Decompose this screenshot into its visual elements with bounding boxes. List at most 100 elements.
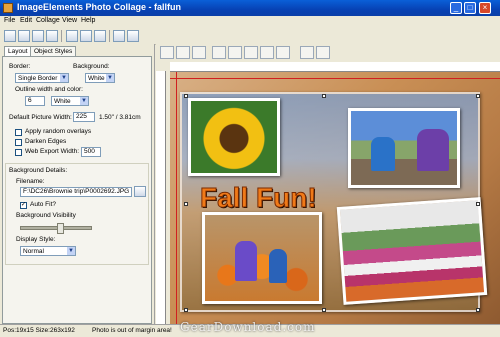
outline-color-select[interactable]: White ▼ bbox=[51, 96, 89, 106]
add-photo-icon[interactable] bbox=[66, 30, 78, 42]
visibility-slider[interactable] bbox=[20, 223, 92, 234]
border-select-value: Single Border bbox=[18, 75, 58, 82]
selection-handle[interactable] bbox=[322, 94, 326, 98]
layout-tab-body: Border: Background: Single Border ▼ White… bbox=[2, 56, 152, 324]
align-center-icon[interactable] bbox=[176, 46, 190, 59]
new-icon[interactable] bbox=[4, 30, 16, 42]
sunflower-photo[interactable] bbox=[188, 98, 280, 176]
send-backward-icon[interactable] bbox=[316, 46, 330, 59]
horizontal-ruler bbox=[170, 62, 500, 72]
visibility-label: Background Visibility bbox=[16, 212, 76, 219]
border-label: Border: bbox=[9, 63, 31, 70]
outline-color-value: White bbox=[54, 98, 71, 105]
background-label: Background: bbox=[73, 63, 110, 70]
settings-icon[interactable] bbox=[127, 30, 139, 42]
menu-view[interactable]: View bbox=[62, 17, 77, 24]
darken-edges-label: Darken Edges bbox=[25, 138, 67, 145]
default-width-label: Default Picture Width: bbox=[9, 114, 72, 121]
background-details-group: Background Details: Filename: F:\DC26\Br… bbox=[5, 163, 149, 265]
web-export-checkbox[interactable] bbox=[15, 149, 22, 156]
menu-file[interactable]: File bbox=[4, 17, 15, 24]
toolbar-separator bbox=[109, 30, 111, 42]
default-width-value: 225 bbox=[76, 113, 87, 120]
visibility-slider-thumb[interactable] bbox=[57, 223, 64, 234]
selection-handle[interactable] bbox=[184, 308, 188, 312]
align-right-icon[interactable] bbox=[192, 46, 206, 59]
chevron-down-icon: ▼ bbox=[80, 97, 88, 105]
darken-edges-checkbox[interactable] bbox=[15, 139, 22, 146]
selection-handle[interactable] bbox=[476, 94, 480, 98]
properties-panel: Layout Object Styles Border: Background:… bbox=[0, 44, 155, 324]
outline-label: Outline width and color: bbox=[15, 86, 83, 93]
collage-page[interactable]: Fall Fun! bbox=[170, 72, 500, 324]
collage-headline[interactable]: Fall Fun! bbox=[200, 182, 318, 214]
selection-handle[interactable] bbox=[476, 202, 480, 206]
align-left-icon[interactable] bbox=[160, 46, 174, 59]
outline-width-spinner[interactable]: 6 bbox=[25, 96, 45, 106]
random-overlays-label: Apply random overlays bbox=[25, 128, 92, 135]
bring-forward-icon[interactable] bbox=[300, 46, 314, 59]
selection-handle[interactable] bbox=[322, 308, 326, 312]
save-icon[interactable] bbox=[32, 30, 44, 42]
pumpkins-photo[interactable] bbox=[202, 212, 322, 304]
menu-edit[interactable]: Edit bbox=[20, 17, 32, 24]
child-figure bbox=[269, 249, 287, 283]
web-export-width-input[interactable]: 500 bbox=[81, 147, 101, 157]
distribute-vertical-icon[interactable] bbox=[276, 46, 290, 59]
default-width-units: 1.50" / 3.81cm bbox=[99, 114, 141, 121]
adult-figure bbox=[417, 129, 449, 171]
filename-value: F:\DC26\Brownie trip\P0002692.JPG bbox=[23, 188, 130, 195]
display-style-value: Normal bbox=[23, 248, 44, 255]
filename-label: Filename: bbox=[16, 178, 45, 185]
add-text-icon[interactable] bbox=[80, 30, 92, 42]
close-button[interactable]: × bbox=[479, 2, 491, 14]
maximize-button[interactable]: □ bbox=[464, 2, 476, 14]
web-export-width-value: 500 bbox=[84, 148, 95, 155]
display-style-select[interactable]: Normal ▼ bbox=[20, 246, 76, 256]
web-export-label: Web Export Width: bbox=[25, 148, 80, 155]
selection-handle[interactable] bbox=[184, 94, 188, 98]
menu-help[interactable]: Help bbox=[81, 17, 95, 24]
main-toolbar bbox=[0, 28, 500, 45]
open-icon[interactable] bbox=[18, 30, 30, 42]
chevron-down-icon: ▼ bbox=[67, 247, 75, 255]
watermark: GearDownload.com bbox=[180, 320, 316, 334]
outline-width-value: 6 bbox=[28, 97, 32, 104]
auto-fit-checkbox[interactable]: ✓ bbox=[20, 202, 27, 209]
menu-bar: File Edit Collage View Help bbox=[0, 16, 500, 27]
status-position: Pos:19x15 Size:263x192 bbox=[3, 327, 75, 334]
background-details-heading: Background Details: bbox=[9, 167, 68, 174]
display-style-label: Display Style: bbox=[16, 236, 56, 243]
kid-figure bbox=[371, 137, 395, 171]
filename-input[interactable]: F:\DC26\Brownie trip\P0002692.JPG bbox=[20, 187, 132, 197]
chevron-down-icon: ▼ bbox=[106, 74, 114, 82]
title-bar: ImageElements Photo Collage - fallfun _ … bbox=[0, 0, 500, 16]
background-icon[interactable] bbox=[94, 30, 106, 42]
random-overlays-checkbox[interactable] bbox=[15, 129, 22, 136]
kids-photo[interactable] bbox=[348, 108, 460, 188]
window-title: ImageElements Photo Collage - fallfun bbox=[17, 2, 182, 12]
print-icon[interactable] bbox=[46, 30, 58, 42]
flowers-photo[interactable] bbox=[336, 197, 488, 305]
chevron-down-icon: ▼ bbox=[60, 74, 68, 82]
align-top-icon[interactable] bbox=[212, 46, 226, 59]
export-icon[interactable] bbox=[113, 30, 125, 42]
background-select[interactable]: White ▼ bbox=[85, 73, 115, 83]
canvas-area: Fall Fun! bbox=[156, 44, 500, 324]
vertical-ruler bbox=[156, 71, 166, 324]
toolbar-separator bbox=[61, 30, 63, 42]
minimize-button[interactable]: _ bbox=[450, 2, 462, 14]
selection-handle[interactable] bbox=[476, 308, 480, 312]
background-select-value: White bbox=[88, 75, 105, 82]
app-icon bbox=[3, 3, 13, 13]
child-figure bbox=[235, 241, 257, 281]
align-bottom-icon[interactable] bbox=[244, 46, 258, 59]
selection-handle[interactable] bbox=[184, 202, 188, 206]
border-select[interactable]: Single Border ▼ bbox=[15, 73, 69, 83]
folder-icon[interactable] bbox=[134, 186, 146, 197]
menu-collage[interactable]: Collage bbox=[36, 17, 60, 24]
distribute-icon[interactable] bbox=[260, 46, 274, 59]
default-width-input[interactable]: 225 bbox=[73, 112, 95, 122]
align-middle-icon[interactable] bbox=[228, 46, 242, 59]
auto-fit-label: Auto Fit? bbox=[30, 201, 57, 208]
